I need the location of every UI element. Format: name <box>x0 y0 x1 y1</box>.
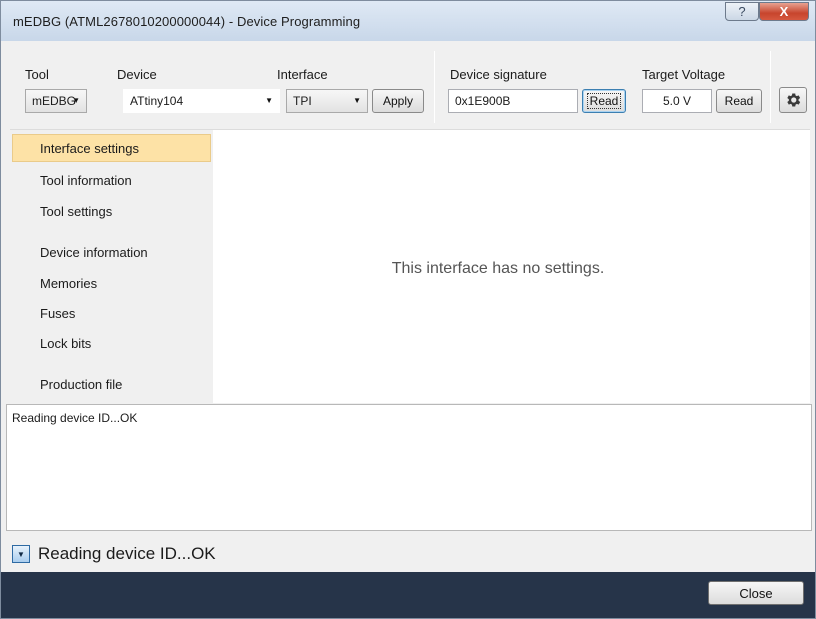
device-signature-label: Device signature <box>450 67 547 82</box>
chevron-down-icon: ▼ <box>353 96 361 105</box>
window-close-button[interactable]: X <box>759 2 809 21</box>
tool-label: Tool <box>25 67 49 82</box>
nav-item-interface-settings[interactable]: Interface settings <box>12 134 211 162</box>
output-log[interactable]: Reading device ID...OK <box>6 404 812 531</box>
device-signature-field[interactable]: 0x1E900B <box>448 89 578 113</box>
toolbar-divider <box>434 51 435 123</box>
interface-select-value: TPI <box>293 94 312 108</box>
footer-bar: Close <box>1 572 815 618</box>
target-voltage-value: 5.0 V <box>662 94 692 108</box>
close-icon: X <box>779 4 789 19</box>
nav-item-lock-bits[interactable]: Lock bits <box>12 329 211 357</box>
main-panel: Interface settings Tool information Tool… <box>10 129 810 404</box>
help-button[interactable]: ? <box>725 2 759 21</box>
expand-log-button[interactable]: ▼ <box>12 545 30 563</box>
nav-item-device-information[interactable]: Device information <box>12 238 211 266</box>
side-navigation: Interface settings Tool information Tool… <box>10 130 213 404</box>
nav-item-label: Lock bits <box>40 335 92 351</box>
device-signature-value: 0x1E900B <box>455 94 511 108</box>
read-voltage-button[interactable]: Read <box>716 89 762 113</box>
nav-item-label: Fuses <box>40 305 76 321</box>
interface-select[interactable]: TPI ▼ <box>286 89 368 113</box>
gear-icon <box>787 93 801 107</box>
target-voltage-label: Target Voltage <box>642 67 726 82</box>
device-label: Device <box>117 67 157 82</box>
nav-item-label: Tool information <box>40 172 132 188</box>
interface-label: Interface <box>277 67 328 82</box>
status-bar: ▼ Reading device ID...OK <box>10 539 810 569</box>
target-voltage-field[interactable]: 5.0 V <box>642 89 712 113</box>
nav-item-tool-settings[interactable]: Tool settings <box>12 197 211 225</box>
nav-item-label: Tool settings <box>40 203 113 219</box>
read-signature-button[interactable]: Read <box>582 89 626 113</box>
device-select-value: ATtiny104 <box>130 94 184 108</box>
title-bar[interactable]: mEDBG (ATML2678010200000044) - Device Pr… <box>1 1 815 41</box>
no-settings-message: This interface has no settings. <box>391 260 605 277</box>
nav-item-fuses[interactable]: Fuses <box>12 299 211 327</box>
nav-item-label: Production file <box>40 376 123 392</box>
chevron-down-icon: ▼ <box>72 96 80 105</box>
nav-item-production-file[interactable]: Production file <box>12 370 211 398</box>
apply-button[interactable]: Apply <box>372 89 424 113</box>
toolbar-divider <box>770 51 771 123</box>
nav-item-label: Device information <box>40 244 148 260</box>
chevron-down-icon: ▼ <box>17 549 25 559</box>
nav-item-label: Interface settings <box>40 140 139 156</box>
settings-button[interactable] <box>779 87 807 113</box>
device-programming-window: mEDBG (ATML2678010200000044) - Device Pr… <box>0 0 816 619</box>
read-signature-label: Read <box>586 93 622 109</box>
status-text: Reading device ID...OK <box>38 544 216 563</box>
close-button[interactable]: Close <box>708 581 804 605</box>
toolbar: Tool Device Interface mEDBG ▼ ATtiny104 … <box>10 42 810 128</box>
log-line: Reading device ID...OK <box>12 411 138 425</box>
window-title: mEDBG (ATML2678010200000044) - Device Pr… <box>13 14 361 29</box>
tool-select[interactable]: mEDBG ▼ <box>25 89 87 113</box>
nav-item-memories[interactable]: Memories <box>12 269 211 297</box>
tool-select-value: mEDBG <box>32 94 77 108</box>
help-icon: ? <box>738 4 746 19</box>
nav-item-label: Memories <box>40 275 98 291</box>
device-select[interactable]: ATtiny104 ▼ <box>123 89 280 113</box>
nav-item-tool-information[interactable]: Tool information <box>12 166 211 194</box>
chevron-down-icon: ▼ <box>265 96 273 105</box>
